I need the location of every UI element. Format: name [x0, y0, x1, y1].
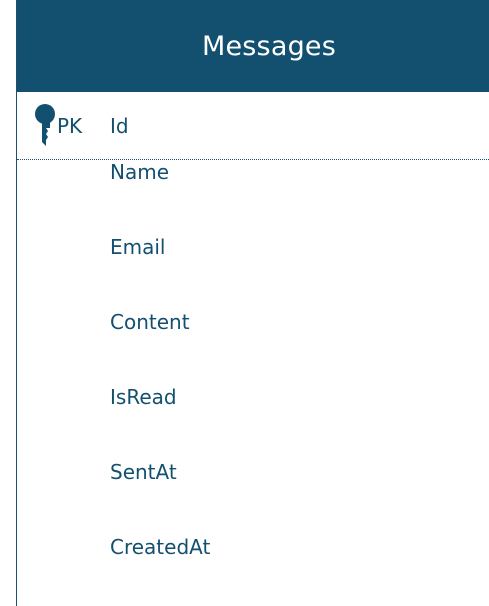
field-createdat[interactable]: CreatedAt [110, 535, 210, 559]
field-content[interactable]: Content [110, 310, 190, 334]
field-name[interactable]: Name [110, 160, 169, 184]
primary-key-badge: PK [57, 114, 83, 138]
entity-header[interactable]: Messages [17, 0, 489, 92]
key-icon [35, 104, 55, 146]
entity-title: Messages [201, 30, 336, 62]
field-email[interactable]: Email [110, 235, 166, 259]
field-id[interactable]: Id [110, 114, 129, 138]
field-sentat[interactable]: SentAt [110, 460, 177, 484]
entity-table-messages[interactable]: Messages PK Id Name Email Content IsRead… [0, 0, 489, 606]
primary-key-divider [17, 159, 489, 160]
field-isread[interactable]: IsRead [110, 385, 177, 409]
primary-key-row[interactable]: PK Id [17, 92, 489, 159]
